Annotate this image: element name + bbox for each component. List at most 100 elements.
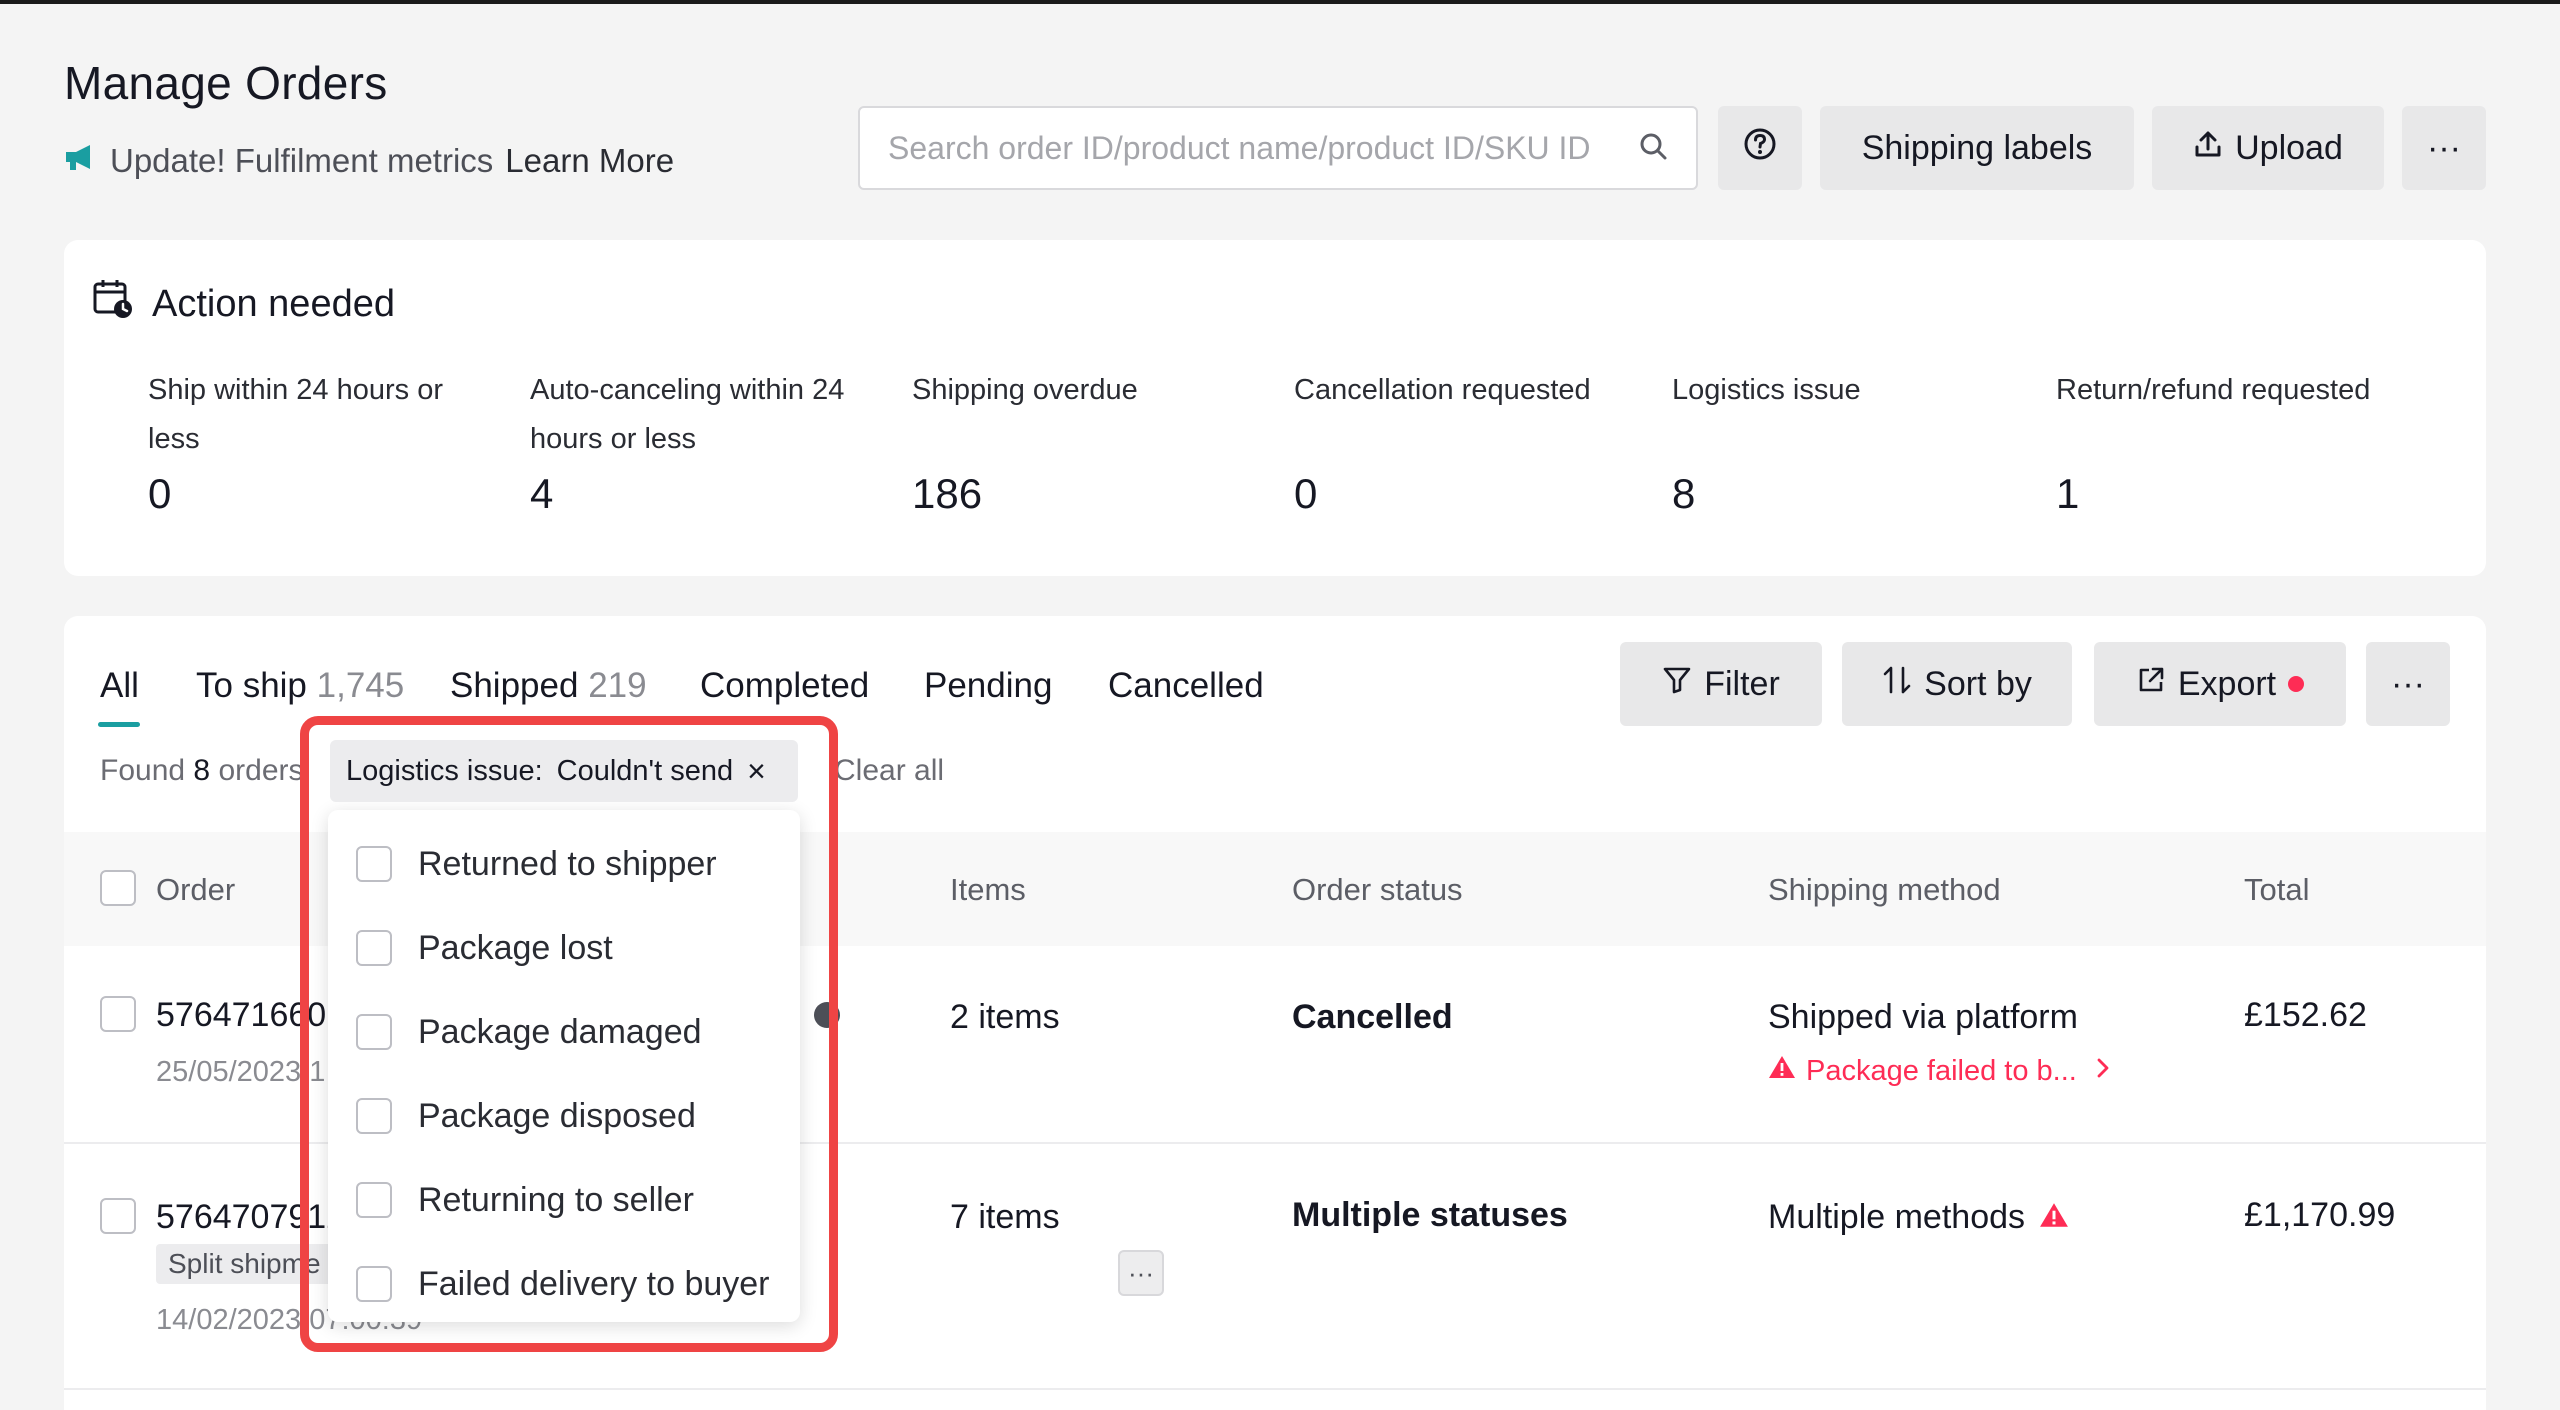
upload-label: Upload bbox=[2235, 128, 2343, 167]
metric-value: 0 bbox=[148, 470, 172, 517]
tab-count: 1,745 bbox=[316, 666, 405, 705]
shipping-method: Shipped via platform bbox=[1768, 998, 2078, 1036]
option-checkbox[interactable] bbox=[356, 1182, 392, 1218]
search-icon[interactable] bbox=[1638, 131, 1668, 166]
tab-shipped[interactable]: Shipped 219 bbox=[450, 666, 647, 706]
export-notification-dot bbox=[2288, 676, 2305, 692]
found-count: 8 bbox=[193, 754, 211, 787]
column-order[interactable]: Order bbox=[156, 872, 235, 908]
metric-label: Shipping overdue bbox=[912, 374, 1138, 406]
select-all-checkbox[interactable] bbox=[100, 870, 136, 906]
option-package-damaged[interactable]: Package damaged bbox=[328, 990, 800, 1074]
warning-triangle-icon[interactable] bbox=[2039, 1201, 2069, 1234]
calendar-clock-icon bbox=[92, 278, 134, 330]
chevron-right-icon bbox=[2095, 1055, 2111, 1088]
option-package-disposed[interactable]: Package disposed bbox=[328, 1074, 800, 1158]
shipping-labels-label: Shipping labels bbox=[1861, 128, 2093, 167]
update-banner: Update! Fulfilment metrics Learn More bbox=[64, 142, 674, 180]
logistics-issue-dropdown: Returned to shipper Package lost Package… bbox=[328, 810, 800, 1322]
metric-value: 1 bbox=[2056, 470, 2080, 517]
filter-label: Filter bbox=[1704, 664, 1780, 703]
tab-to-ship[interactable]: To ship 1,745 bbox=[196, 666, 404, 706]
column-order-status: Order status bbox=[1292, 872, 1463, 907]
page-title: Manage Orders bbox=[64, 57, 388, 109]
shipping-labels-button[interactable]: Shipping labels bbox=[1820, 106, 2134, 190]
export-label: Export bbox=[2177, 664, 2277, 703]
tab-cancelled[interactable]: Cancelled bbox=[1108, 666, 1264, 706]
option-returned-to-shipper[interactable]: Returned to shipper bbox=[328, 822, 800, 906]
items-more-button[interactable]: ··· bbox=[1118, 1250, 1164, 1296]
option-returning-to-seller[interactable]: Returning to seller bbox=[328, 1158, 800, 1242]
orders-more-button[interactable]: ··· bbox=[2366, 642, 2450, 726]
learn-more-link[interactable]: Learn More bbox=[505, 142, 674, 180]
row-divider bbox=[64, 1388, 2486, 1390]
option-package-lost[interactable]: Package lost bbox=[328, 906, 800, 990]
sort-by-button[interactable]: Sort by bbox=[1842, 642, 2072, 726]
tab-pending[interactable]: Pending bbox=[924, 666, 1052, 706]
tab-label: Completed bbox=[700, 666, 870, 705]
option-checkbox[interactable] bbox=[356, 930, 392, 966]
metric-value: 186 bbox=[912, 470, 983, 517]
items-count[interactable]: 2 items bbox=[950, 998, 1060, 1037]
more-actions-button[interactable]: ··· bbox=[2402, 106, 2486, 190]
filter-button[interactable]: Filter bbox=[1620, 642, 1822, 726]
tab-label: Pending bbox=[924, 666, 1053, 705]
clear-all-link[interactable]: Clear all bbox=[834, 754, 944, 788]
search-input[interactable] bbox=[888, 129, 1638, 167]
tab-label: All bbox=[100, 666, 139, 705]
found-orders-text: Found 8 orders bbox=[100, 754, 304, 788]
tab-completed[interactable]: Completed bbox=[700, 666, 869, 706]
option-checkbox[interactable] bbox=[356, 846, 392, 882]
more-icon: ··· bbox=[2427, 128, 2461, 167]
metric-logistics-issue[interactable]: Logistics issue 8 bbox=[1672, 366, 2002, 517]
shipping-method: Multiple methods bbox=[1768, 1198, 2026, 1236]
sort-arrows-icon bbox=[1882, 664, 1912, 705]
active-tab-indicator bbox=[98, 722, 140, 727]
order-total: £1,170.99 bbox=[2244, 1196, 2396, 1234]
shipping-method-cell: Multiple methods bbox=[1768, 1198, 2069, 1237]
metric-label: Cancellation requested bbox=[1294, 374, 1591, 406]
metric-label: Logistics issue bbox=[1672, 374, 1861, 406]
search-box[interactable] bbox=[858, 106, 1698, 190]
metric-value: 0 bbox=[1294, 470, 1318, 517]
upload-icon bbox=[2193, 129, 2223, 168]
question-circle-icon bbox=[1743, 127, 1777, 170]
option-checkbox[interactable] bbox=[356, 1098, 392, 1134]
tab-count: 219 bbox=[588, 666, 647, 705]
metric-return-refund[interactable]: Return/refund requested 1 bbox=[2056, 366, 2456, 517]
order-total: £152.62 bbox=[2244, 996, 2367, 1034]
tab-label: Shipped bbox=[450, 666, 579, 705]
active-filter-chip[interactable]: Logistics issue: Couldn't send × bbox=[330, 740, 798, 802]
update-text: Update! Fulfilment metrics bbox=[110, 142, 494, 179]
row-checkbox[interactable] bbox=[100, 1198, 136, 1234]
shipping-warning-link[interactable]: Package failed to b... bbox=[1768, 1054, 2111, 1088]
metric-value: 8 bbox=[1672, 470, 1696, 517]
option-label: Failed delivery to buyer bbox=[418, 1264, 770, 1303]
tab-label: Cancelled bbox=[1108, 666, 1264, 705]
metric-label: Return/refund requested bbox=[2056, 374, 2371, 406]
row-checkbox[interactable] bbox=[100, 996, 136, 1032]
close-icon[interactable]: × bbox=[747, 753, 766, 790]
option-failed-delivery-to-buyer[interactable]: Failed delivery to buyer bbox=[328, 1242, 800, 1326]
help-button[interactable] bbox=[1718, 106, 1802, 190]
metric-auto-canceling[interactable]: Auto-canceling within 24 hours or less 4 bbox=[530, 366, 860, 517]
option-checkbox[interactable] bbox=[356, 1014, 392, 1050]
export-button[interactable]: Export bbox=[2094, 642, 2346, 726]
option-checkbox[interactable] bbox=[356, 1266, 392, 1302]
upload-button[interactable]: Upload bbox=[2152, 106, 2384, 190]
action-needed-title: Action needed bbox=[152, 282, 395, 325]
tab-all[interactable]: All bbox=[100, 666, 139, 706]
metric-value: 4 bbox=[530, 470, 554, 517]
warning-triangle-icon bbox=[1768, 1054, 1796, 1088]
shipping-warning-text: Package failed to b... bbox=[1806, 1054, 2077, 1087]
order-status: Multiple statuses bbox=[1292, 1196, 1568, 1234]
found-suffix: orders bbox=[218, 754, 304, 787]
metric-ship-24h[interactable]: Ship within 24 hours or less 0 bbox=[148, 366, 478, 517]
tab-label: To ship bbox=[196, 666, 307, 705]
metric-label: Auto-canceling within 24 hours or less bbox=[530, 374, 845, 455]
column-shipping-method: Shipping method bbox=[1768, 872, 2001, 907]
option-label: Returning to seller bbox=[418, 1180, 694, 1219]
metric-shipping-overdue[interactable]: Shipping overdue 186 bbox=[912, 366, 1242, 517]
metric-cancellation-requested[interactable]: Cancellation requested 0 bbox=[1294, 366, 1624, 517]
items-count[interactable]: 7 items bbox=[950, 1198, 1060, 1237]
